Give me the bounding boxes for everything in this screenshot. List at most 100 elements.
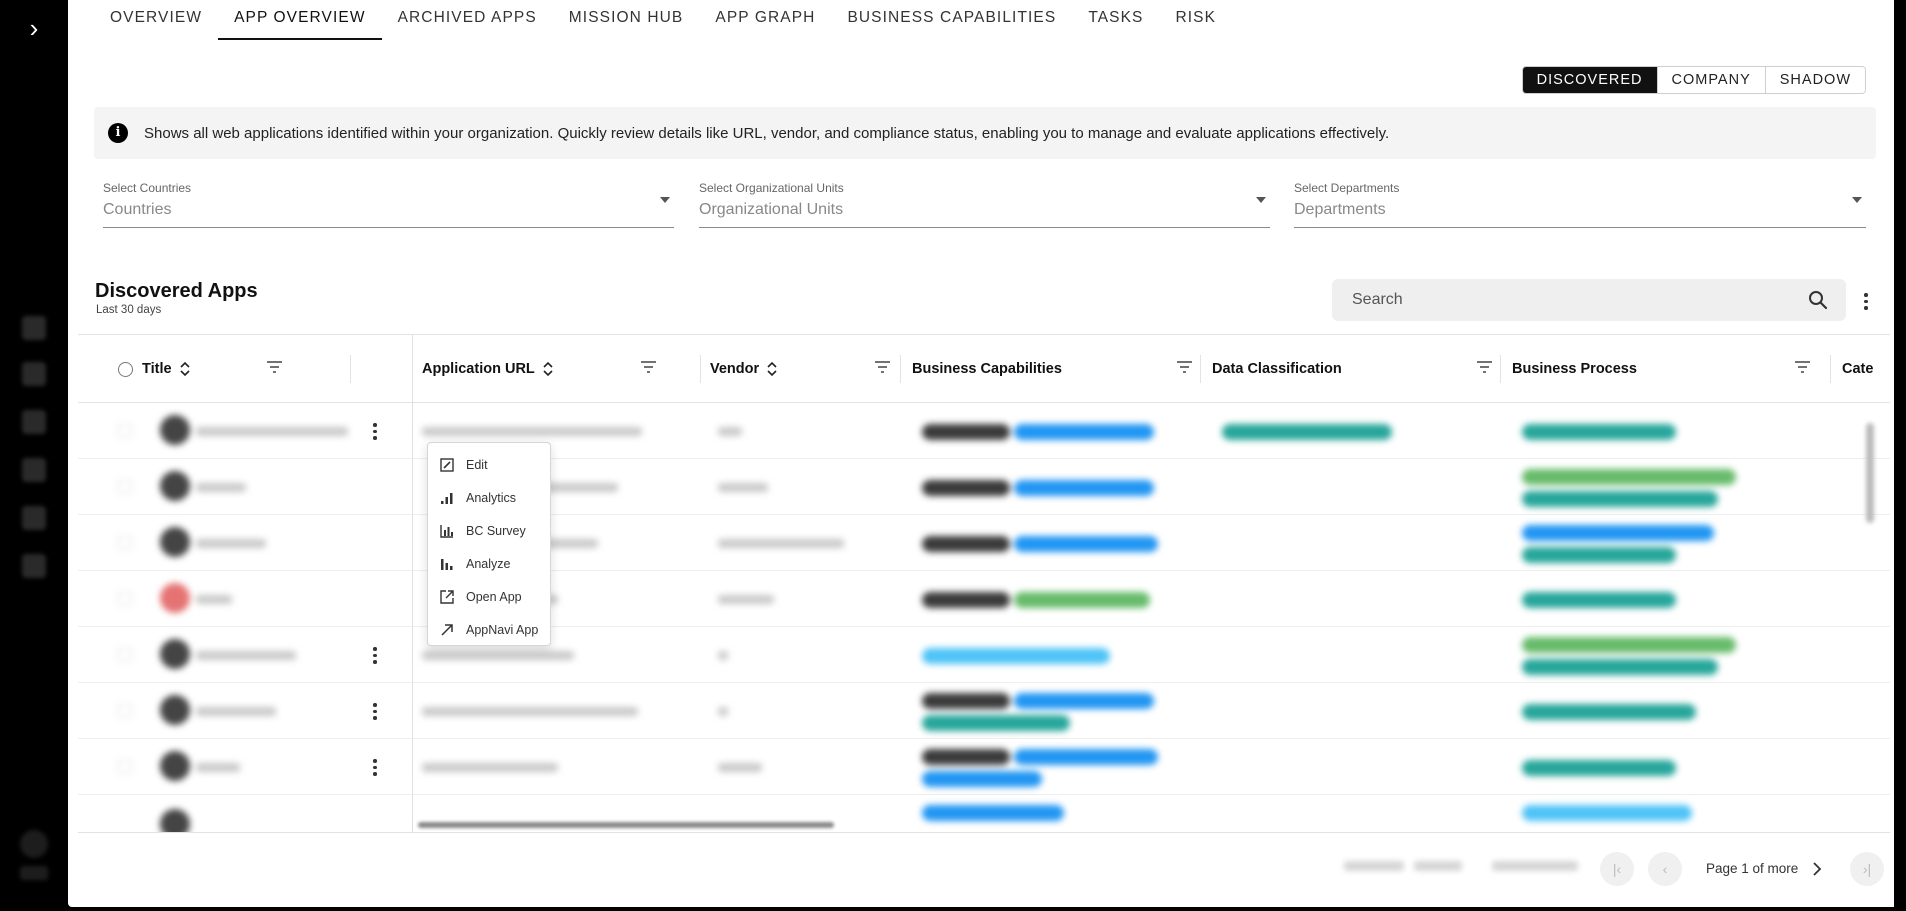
column-title-label: Title [142,361,172,377]
column-vendor-label: Vendor [710,361,760,377]
column-separator [1830,355,1831,383]
vertical-scrollbar[interactable] [1866,423,1874,523]
table-options-icon[interactable] [1860,287,1872,313]
edit-icon [440,457,454,472]
bar-chart-icon [440,524,453,538]
column-separator [700,355,701,383]
row-actions-icon[interactable] [368,417,382,443]
filter-icon[interactable] [641,361,656,373]
rail-nav-icon[interactable] [22,316,46,340]
sort-icon[interactable] [543,361,553,377]
select-all-checkbox[interactable] [118,362,133,377]
tab-app-graph[interactable]: APP GRAPH [699,0,831,40]
section-subtitle: Last 30 days [96,304,162,316]
range-label [1492,861,1578,871]
tab-tasks[interactable]: TASKS [1072,0,1159,40]
table-row[interactable] [78,515,1890,571]
rail-nav-icon[interactable] [22,458,46,482]
search-icon[interactable] [1808,290,1828,310]
filter-icon[interactable] [1177,361,1192,373]
menu-item-bc-survey[interactable]: BC Survey [428,514,550,547]
menu-item-edit[interactable]: Edit [428,448,550,481]
column-header-vendor[interactable]: Vendor [710,335,902,403]
first-page-button[interactable]: |‹ [1600,852,1634,886]
table-row[interactable] [78,571,1890,627]
section-title: Discovered Apps [95,280,258,302]
menu-item-label: Analytics [466,490,517,505]
tab-overview[interactable]: OVERVIEW [94,0,218,40]
column-url-label: Application URL [422,361,535,377]
column-header-business-process[interactable]: Business Process [1512,335,1822,403]
filter-icon[interactable] [875,361,890,373]
org-units-select[interactable]: Select Organizational Units Organization… [699,181,1270,228]
filter-icon[interactable] [1477,361,1492,373]
tab-app-overview[interactable]: APP OVERVIEW [218,0,382,40]
column-data-classification-label: Data Classification [1212,361,1342,377]
next-page-button[interactable] [1800,852,1834,886]
row-actions-icon[interactable] [368,641,382,667]
row-actions-icon[interactable] [368,697,382,723]
info-banner: i Shows all web applications identified … [94,107,1876,159]
menu-item-label: AppNavi App [466,622,539,637]
app-window: › OVERVIEW APP OVERVIEW ARCHIVED APPS MI… [0,0,1906,911]
table-row[interactable] [78,683,1890,739]
top-tabs: OVERVIEW APP OVERVIEW ARCHIVED APPS MISS… [94,0,1232,40]
column-separator [1200,355,1201,383]
countries-select[interactable]: Select Countries Countries [103,181,674,228]
filter-icon[interactable] [1795,361,1810,373]
table-row[interactable] [78,739,1890,795]
column-header-title[interactable]: Title [142,335,294,403]
tab-business-capabilities[interactable]: BUSINESS CAPABILITIES [831,0,1072,40]
column-separator [350,355,351,383]
main-panel: OVERVIEW APP OVERVIEW ARCHIVED APPS MISS… [68,0,1894,907]
search-placeholder: Search [1352,291,1403,308]
column-header-category[interactable]: Cate [1842,335,1882,403]
rail-nav-icon[interactable] [22,362,46,386]
column-category-label: Cate [1842,361,1874,377]
toggle-shadow[interactable]: SHADOW [1764,67,1865,93]
rail-footer-icon[interactable] [20,866,48,880]
rows-per-page-label [1344,861,1404,871]
tab-risk[interactable]: RISK [1159,0,1232,40]
filter-icon[interactable] [267,361,282,373]
column-header-url[interactable]: Application URL [422,335,668,403]
last-page-button[interactable]: ›| [1850,852,1884,886]
departments-select[interactable]: Select Departments Departments [1294,181,1866,228]
toggle-company[interactable]: COMPANY [1656,67,1765,93]
analytics-icon [441,492,453,504]
menu-item-appnavi-app[interactable]: AppNavi App [428,613,550,646]
column-header-data-classification[interactable]: Data Classification [1212,335,1504,403]
dropdown-arrow-icon [660,197,670,203]
search-input[interactable]: Search [1332,279,1846,321]
sort-icon[interactable] [179,361,190,377]
table-row[interactable] [78,627,1890,683]
menu-item-analytics[interactable]: Analytics [428,481,550,514]
column-separator [900,355,901,383]
menu-item-analyze[interactable]: Analyze [428,547,550,580]
open-external-icon [440,589,454,604]
table-header: Title Application URL Vendor Business Ca… [78,335,1890,403]
table-row[interactable] [78,795,1890,832]
column-header-business-capabilities[interactable]: Business Capabilities [912,335,1204,403]
menu-item-label: Analyze [466,556,511,571]
rail-nav-icon[interactable] [22,410,46,434]
row-actions-icon[interactable] [368,753,382,779]
info-text: Shows all web applications identified wi… [144,124,1390,142]
expand-sidebar-icon[interactable]: › [20,14,48,42]
rows-per-page-select[interactable] [1414,861,1462,871]
toggle-discovered[interactable]: DISCOVERED [1522,67,1657,93]
rail-nav-icon[interactable] [22,554,46,578]
tab-archived-apps[interactable]: ARCHIVED APPS [382,0,553,40]
sort-icon[interactable] [767,361,777,377]
menu-item-open-app[interactable]: Open App [428,580,550,613]
prev-page-button[interactable]: ‹ [1648,852,1682,886]
analyze-icon [441,558,453,570]
rail-nav-icon[interactable] [22,506,46,530]
row-context-menu: Edit Analytics BC Survey Analyze Open Ap… [427,442,551,646]
horizontal-scrollbar[interactable] [418,822,834,828]
tab-mission-hub[interactable]: MISSION HUB [553,0,700,40]
table-row[interactable] [78,459,1890,515]
arrow-up-right-icon [441,623,453,636]
user-avatar[interactable] [20,830,48,858]
table-row[interactable] [78,403,1890,459]
